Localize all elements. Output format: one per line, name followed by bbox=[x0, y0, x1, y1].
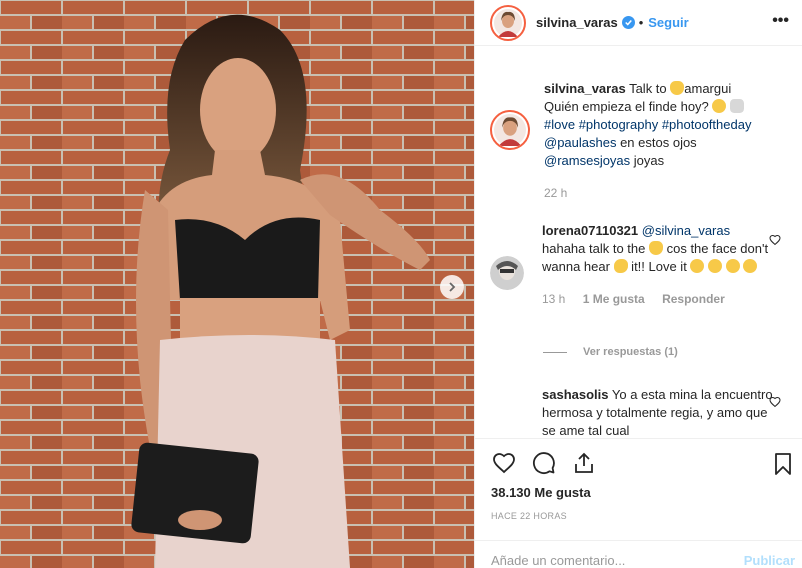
like-comment-heart-icon[interactable] bbox=[769, 234, 781, 246]
comment-meta: 13 h 1 Me gusta Responder bbox=[542, 290, 774, 308]
caption-body: silvina_varas Talk to amargui Quién empi… bbox=[544, 80, 776, 202]
bookmark-icon[interactable] bbox=[771, 451, 795, 477]
caption-meta: 22 h bbox=[544, 184, 776, 202]
commenter-avatar-space bbox=[490, 386, 524, 438]
hand-emoji-icon bbox=[670, 81, 685, 95]
share-icon[interactable] bbox=[571, 451, 597, 475]
caption-text-2: amargui bbox=[684, 81, 732, 96]
caption-line-2: Quién empieza el finde hoy? bbox=[544, 99, 709, 114]
caption-mention-1[interactable]: @paulashes bbox=[544, 135, 616, 150]
post-actions: 38.130 Me gusta HACE 22 HORAS bbox=[475, 438, 802, 548]
comment-text-1: hahaha talk to the bbox=[542, 241, 649, 256]
comment-username[interactable]: lorena07110321 bbox=[542, 223, 638, 238]
post-time-ago[interactable]: HACE 22 HORAS bbox=[491, 511, 567, 521]
publish-button[interactable]: Publicar bbox=[744, 553, 795, 568]
photo-image bbox=[0, 0, 474, 568]
author-avatar[interactable] bbox=[490, 4, 526, 41]
comment-body: sashasolis Yo a esta mina la encuentro h… bbox=[542, 386, 774, 438]
reply-button[interactable]: Responder bbox=[662, 292, 725, 306]
replies-divider bbox=[543, 351, 567, 353]
caption-mention-2[interactable]: @ramsesjoyas bbox=[544, 153, 630, 168]
caption-text-1: Talk to bbox=[629, 81, 671, 96]
hand-emoji-icon bbox=[648, 241, 663, 255]
avatar-image bbox=[490, 256, 524, 290]
comment-username[interactable]: sashasolis bbox=[542, 387, 609, 402]
avatar-image bbox=[494, 8, 522, 37]
kiss-emoji-icon bbox=[725, 259, 740, 273]
comment-icon[interactable] bbox=[531, 451, 557, 475]
likes-count[interactable]: 38.130 Me gusta bbox=[491, 485, 591, 500]
grin-emoji-icon bbox=[712, 99, 727, 113]
caption-mention-1-suffix: en estos ojos bbox=[616, 135, 697, 150]
separator-dot: • bbox=[638, 15, 644, 30]
post-header: silvina_varas • Seguir ••• bbox=[475, 0, 802, 46]
kiss-emoji-icon bbox=[690, 259, 705, 273]
verified-icon bbox=[621, 16, 635, 29]
comments-list[interactable]: silvina_varas Talk to amargui Quién empi… bbox=[475, 46, 802, 438]
post-photo[interactable] bbox=[0, 0, 474, 568]
comment-text-3: it!! Love it bbox=[627, 259, 691, 274]
caption-username[interactable]: silvina_varas bbox=[544, 81, 626, 96]
action-icons bbox=[491, 451, 611, 475]
post-side-panel: silvina_varas • Seguir ••• silvina_varas… bbox=[474, 0, 802, 568]
view-replies-label: Ver respuestas (1) bbox=[583, 346, 678, 358]
instagram-post-modal: silvina_varas • Seguir ••• silvina_varas… bbox=[0, 0, 802, 568]
avatar-image bbox=[494, 114, 526, 146]
author-username[interactable]: silvina_varas bbox=[536, 15, 618, 30]
chevron-right-icon bbox=[449, 282, 456, 292]
like-comment-heart-icon[interactable] bbox=[769, 396, 781, 408]
comment-likes[interactable]: 1 Me gusta bbox=[583, 292, 645, 306]
comment-time[interactable]: 13 h bbox=[542, 292, 565, 306]
comment-input[interactable] bbox=[491, 553, 721, 568]
commenter-avatar[interactable] bbox=[490, 256, 524, 290]
view-replies-button[interactable]: Ver respuestas (1) bbox=[543, 346, 678, 358]
caption-time[interactable]: 22 h bbox=[544, 186, 567, 200]
caption-avatar[interactable] bbox=[490, 110, 530, 150]
caption-mention-2-suffix: joyas bbox=[630, 153, 665, 168]
rabbit-emoji-icon bbox=[730, 99, 745, 113]
kiss-emoji-icon bbox=[743, 259, 758, 273]
ear-emoji-icon bbox=[613, 259, 628, 273]
follow-button[interactable]: Seguir bbox=[648, 15, 688, 30]
comment-composer: Publicar bbox=[475, 540, 802, 568]
more-options-icon[interactable]: ••• bbox=[772, 12, 789, 30]
caption: silvina_varas Talk to amargui Quién empi… bbox=[490, 80, 790, 202]
comment-item: lorena07110321 @silvina_varas hahaha tal… bbox=[490, 222, 790, 308]
caption-hashtags[interactable]: #love #photography #photooftheday bbox=[544, 116, 776, 134]
kiss-emoji-icon bbox=[708, 259, 723, 273]
next-photo-button[interactable] bbox=[440, 275, 464, 299]
comment-item: sashasolis Yo a esta mina la encuentro h… bbox=[490, 386, 790, 438]
comment-body: lorena07110321 @silvina_varas hahaha tal… bbox=[542, 222, 774, 308]
comment-mention[interactable]: @silvina_varas bbox=[642, 223, 730, 238]
heart-icon[interactable] bbox=[491, 451, 517, 475]
